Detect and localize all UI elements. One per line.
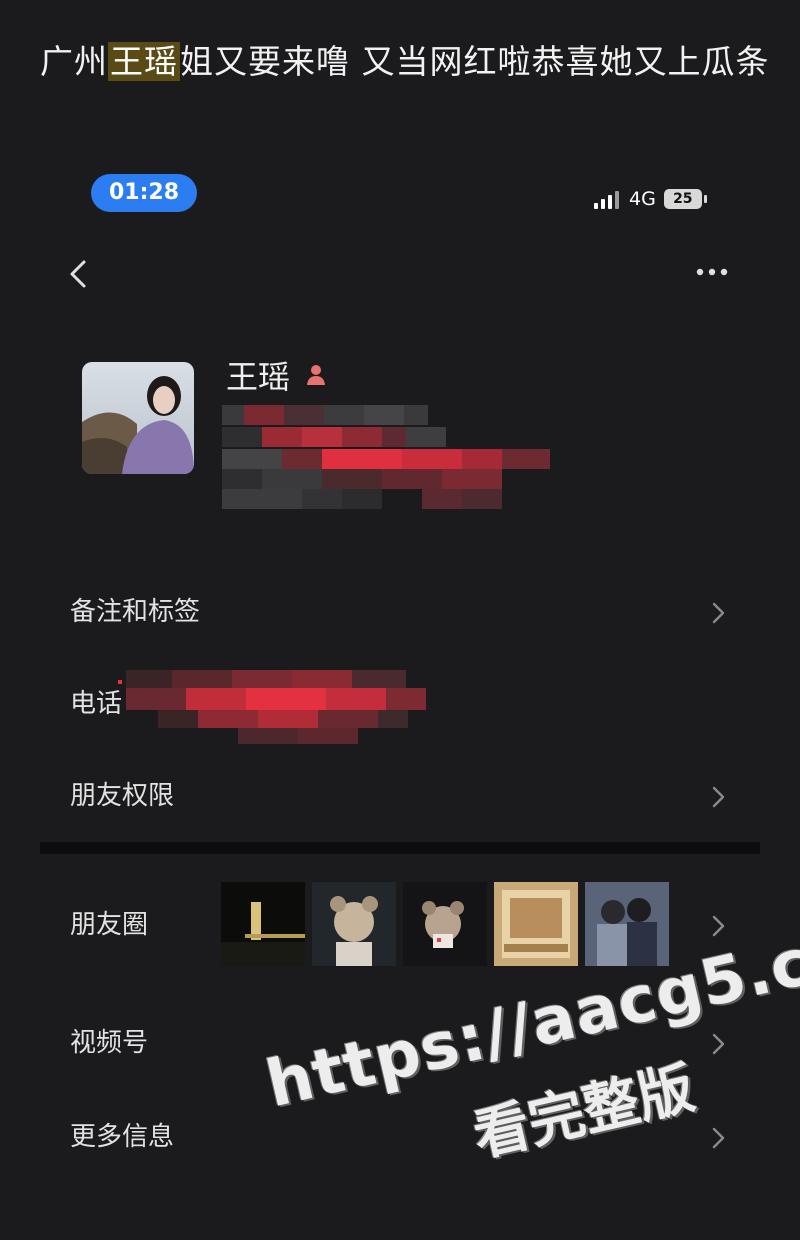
more-info-label: 更多信息	[70, 1122, 175, 1152]
post-title-highlight: 王瑶	[108, 42, 180, 81]
moments-thumbnails[interactable]	[221, 882, 669, 966]
status-indicators: 4G 25	[594, 184, 707, 214]
post-title-prefix: 广州	[40, 42, 108, 81]
signal-icon	[594, 189, 619, 209]
battery-icon: 25	[663, 189, 707, 209]
permissions-label: 朋友权限	[70, 781, 175, 811]
post-title-suffix: 姐又要来噜 又当网红啦恭喜她又上瓜条	[180, 42, 770, 81]
moments-thumbnail[interactable]	[585, 882, 669, 966]
moments-label: 朋友圈	[70, 910, 149, 940]
female-icon	[307, 365, 326, 385]
battery-level: 25	[673, 191, 693, 207]
chevron-right-icon	[712, 602, 725, 624]
remarks-and-tags-row[interactable]: 备注和标签	[0, 582, 800, 642]
profile-name: 王瑶	[226, 358, 291, 396]
phone-number-mosaic[interactable]	[118, 670, 430, 746]
moments-thumbnail[interactable]	[312, 882, 396, 966]
moments-thumbnail[interactable]	[494, 882, 578, 966]
more-info-row[interactable]: 更多信息	[0, 1107, 800, 1167]
moments-thumbnail[interactable]	[221, 882, 305, 966]
chevron-right-icon	[712, 1127, 725, 1149]
chevron-right-icon	[712, 1033, 725, 1055]
profile-name-row: 王瑶	[226, 352, 330, 398]
chevron-right-icon	[712, 786, 725, 808]
phone-label: 电话	[70, 689, 123, 719]
status-time: 01:28	[91, 174, 197, 212]
friend-permissions-row[interactable]: 朋友权限	[0, 766, 800, 826]
post-title: 广州王瑶姐又要来噜 又当网红啦恭喜她又上瓜条	[40, 34, 770, 90]
section-divider	[40, 842, 760, 854]
channels-label: 视频号	[70, 1028, 149, 1058]
more-dots-icon[interactable]	[694, 262, 734, 282]
network-type: 4G	[629, 188, 656, 210]
avatar[interactable]	[82, 362, 194, 474]
chevron-right-icon	[712, 915, 725, 937]
moments-thumbnail[interactable]	[403, 882, 487, 966]
remarks-label: 备注和标签	[70, 597, 201, 627]
profile-details-mosaic	[222, 405, 550, 509]
channels-row[interactable]: 视频号	[0, 1013, 800, 1073]
chevron-left-icon[interactable]	[64, 254, 96, 294]
